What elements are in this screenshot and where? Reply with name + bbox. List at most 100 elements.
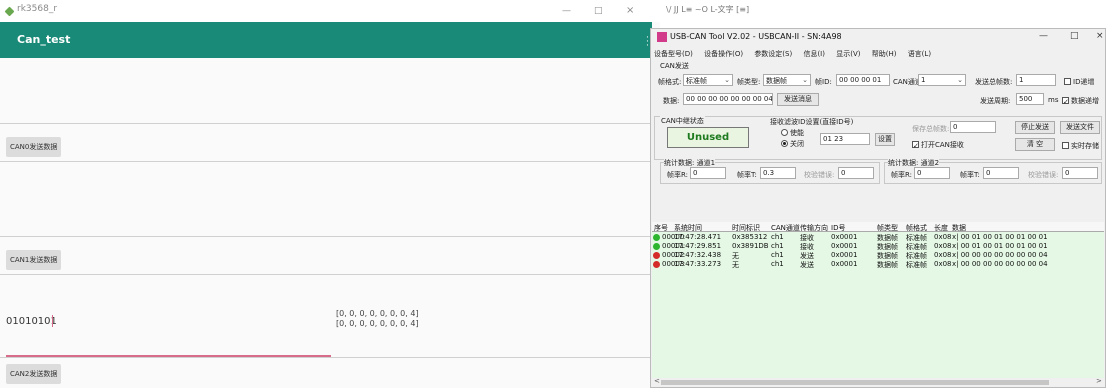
send-file-button[interactable]: 发送文件 bbox=[1060, 121, 1100, 134]
minimize-icon[interactable]: — bbox=[562, 6, 571, 16]
log-cell-id: 0x0001 bbox=[831, 242, 858, 250]
log-row[interactable]: 00002 17:47:32.438 无 ch1 发送 0x0001 数据帧 标准帧 0x08 x… bbox=[652, 251, 1104, 260]
menu-device-operation[interactable]: 设备操作(O) bbox=[704, 50, 743, 58]
app-title: Can_test bbox=[17, 33, 71, 46]
log-cell-length: 0x08 bbox=[934, 233, 952, 241]
can-channel-select[interactable]: 1 ⌄ bbox=[918, 74, 966, 86]
set-button[interactable]: 设置 bbox=[875, 133, 895, 146]
log-cell-channel: ch1 bbox=[771, 242, 784, 250]
window-title: USB-CAN Tool V2.02 - USBCAN-II - SN:4A98 bbox=[670, 32, 842, 41]
maximize-icon[interactable]: □ bbox=[594, 6, 603, 16]
send-total-label: 发送总帧数: bbox=[975, 78, 1013, 86]
app-bar bbox=[0, 22, 652, 58]
frame-type-select[interactable]: 数据帧 ⌄ bbox=[763, 74, 811, 86]
log-cell-sys-time: 17:47:29.851 bbox=[674, 242, 722, 250]
relay-status-value: Unused bbox=[667, 127, 749, 148]
send-period-unit: ms bbox=[1048, 96, 1059, 104]
enable-radio[interactable]: 使能 bbox=[781, 128, 804, 138]
can2-send-button[interactable]: CAN2发送数据 bbox=[6, 364, 62, 384]
ch2-ft-label: 帧率T: bbox=[960, 171, 980, 179]
status-ok-icon bbox=[653, 234, 660, 241]
frame-id-label: 帧ID: bbox=[815, 78, 832, 86]
close-radio[interactable]: 关闭 bbox=[781, 139, 804, 149]
log-cell-id: 0x0001 bbox=[831, 233, 858, 241]
log-cell-frame-type: 数据帧 bbox=[877, 261, 898, 269]
device-title: rk3568_r bbox=[17, 4, 58, 14]
filter-id-input[interactable]: 01 23 bbox=[820, 133, 870, 145]
menu-params[interactable]: 参数设定(S) bbox=[754, 50, 792, 58]
ch2-ft-value: 0 bbox=[983, 167, 1019, 179]
log-cell-data: x| 00 00 00 00 00 00 00 04 bbox=[952, 260, 1048, 268]
log-cell-time-id: 0x385312 bbox=[732, 233, 768, 241]
divider bbox=[0, 123, 652, 124]
maximize-icon[interactable]: □ bbox=[1070, 31, 1079, 41]
save-count-label: 保存总帧数: bbox=[912, 125, 950, 133]
ch1-fr-label: 帧率R: bbox=[667, 171, 689, 179]
chevron-down-icon: ⌄ bbox=[957, 76, 963, 84]
log-cell-data: x| 00 01 00 01 00 01 00 01 bbox=[952, 242, 1048, 250]
log-cell-id: 0x0001 bbox=[831, 251, 858, 259]
send-total-input[interactable]: 1 bbox=[1016, 74, 1056, 86]
data-label: 数据: bbox=[663, 97, 680, 105]
divider bbox=[0, 161, 652, 162]
log-cell-frame-format: 标准帧 bbox=[906, 261, 927, 269]
status-send-icon bbox=[653, 261, 660, 268]
log-cell-data: x| 00 00 00 00 00 00 00 04 bbox=[952, 251, 1048, 259]
log-row[interactable]: 00001 17:47:29.851 0x3891DB ch1 接收 0x0001 数据帧标… bbox=[652, 242, 1104, 251]
scrollbar-thumb[interactable] bbox=[661, 380, 1049, 385]
menu-help[interactable]: 帮助(H) bbox=[872, 50, 897, 58]
frame-id-input[interactable]: 00 00 00 01 bbox=[836, 74, 890, 86]
ch2-fr-value: 0 bbox=[914, 167, 950, 179]
can1-send-button[interactable]: CAN1发送数据 bbox=[6, 250, 62, 270]
can0-send-button[interactable]: CAN0发送数据 bbox=[6, 137, 62, 157]
close-icon[interactable]: × bbox=[626, 5, 634, 16]
received-line: [0, 0, 0, 0, 0, 0, 0, 4] bbox=[336, 319, 419, 328]
can-data-input[interactable]: 01010101 bbox=[6, 316, 57, 327]
data-input[interactable]: 00 00 00 00 00 00 00 04 bbox=[683, 93, 773, 105]
id-increment-checkbox[interactable]: ID递增 bbox=[1064, 77, 1094, 87]
overflow-menu-icon[interactable]: · · · bbox=[646, 34, 649, 51]
checked-icon: ✓ bbox=[912, 141, 919, 150]
log-row[interactable]: 00003 17:47:33.273 无 ch1 发送 0x0001 数据帧 标准帧 0x08 x… bbox=[652, 260, 1104, 269]
open-can-recv-checkbox[interactable]: ✓ 打开CAN接收 bbox=[912, 140, 964, 150]
stop-send-button[interactable]: 停止发送 bbox=[1015, 121, 1055, 134]
app-icon bbox=[657, 32, 667, 42]
menu-device-model[interactable]: 设备型号(D) bbox=[654, 50, 693, 58]
divider bbox=[0, 274, 652, 275]
log-cell-direction: 发送 bbox=[800, 261, 814, 269]
background-ribbon: \/ JJ L≡ ~O L-文字 [≡] bbox=[660, 0, 1106, 28]
menu-display[interactable]: 显示(V) bbox=[836, 50, 860, 58]
frame-format-label: 帧格式: bbox=[658, 78, 682, 86]
send-period-input[interactable]: 500 bbox=[1016, 93, 1044, 105]
chevron-down-icon: ⌄ bbox=[724, 76, 730, 84]
text-cursor bbox=[52, 315, 53, 327]
scroll-right-icon[interactable]: > bbox=[1096, 377, 1102, 385]
menu-info[interactable]: 信息(I) bbox=[803, 50, 825, 58]
android-status-bar bbox=[0, 0, 660, 22]
log-cell-channel: ch1 bbox=[771, 260, 784, 268]
relay-status-label: CAN中继状态 bbox=[660, 116, 705, 126]
checked-icon: ✓ bbox=[1062, 97, 1069, 106]
ch1-ft-value: 0.3 bbox=[760, 167, 796, 179]
ch2-err-value: 0 bbox=[1062, 167, 1098, 179]
frame-format-select[interactable]: 标准帧 ⌄ bbox=[683, 74, 733, 86]
frame-type-label: 帧类型: bbox=[737, 78, 761, 86]
realtime-save-checkbox[interactable]: 实时存储 bbox=[1062, 141, 1099, 151]
menu-language[interactable]: 语言(L) bbox=[908, 50, 931, 58]
divider bbox=[0, 236, 652, 237]
log-cell-time-id: 无 bbox=[732, 261, 739, 269]
minimize-icon[interactable]: — bbox=[1039, 31, 1048, 41]
close-icon[interactable]: × bbox=[1096, 31, 1104, 41]
ch1-err-label: 校验错误: bbox=[804, 171, 835, 179]
send-message-button[interactable]: 发送消息 bbox=[777, 93, 819, 106]
data-increment-checkbox[interactable]: ✓ 数据递增 bbox=[1062, 96, 1099, 106]
checkbox-icon bbox=[1062, 142, 1069, 149]
divider bbox=[0, 357, 652, 358]
received-data: [0, 0, 0, 0, 0, 0, 0, 4] [0, 0, 0, 0, 0,… bbox=[336, 309, 419, 329]
ch1-ft-label: 帧率T: bbox=[737, 171, 757, 179]
clear-button[interactable]: 清 空 bbox=[1015, 138, 1055, 151]
radio-icon bbox=[781, 129, 788, 136]
status-send-icon bbox=[653, 252, 660, 259]
scroll-left-icon[interactable]: < bbox=[654, 377, 660, 385]
log-row[interactable]: 00000 17:47:28.471 0x385312 ch1 接收 0x0001 数据帧标… bbox=[652, 233, 1104, 242]
